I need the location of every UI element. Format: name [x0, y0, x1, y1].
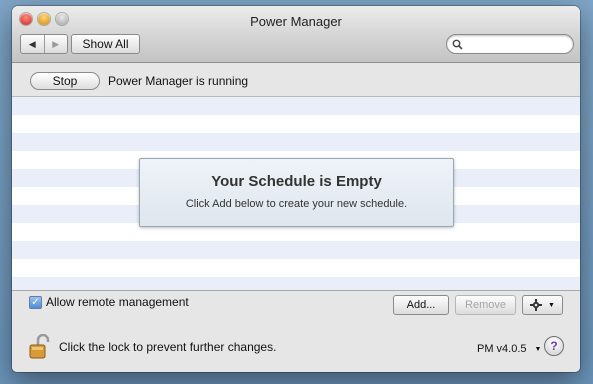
- lock-icon[interactable]: [29, 334, 51, 360]
- list-stripe: [12, 241, 580, 259]
- list-stripe: [12, 97, 580, 115]
- list-stripe: [12, 133, 580, 151]
- remote-management-label: Allow remote management: [46, 295, 189, 309]
- search-icon: [452, 39, 463, 50]
- lock-text: Click the lock to prevent further change…: [59, 340, 277, 354]
- help-button[interactable]: ?: [544, 336, 564, 356]
- search-input[interactable]: [466, 36, 570, 52]
- empty-schedule-panel: Your Schedule is Empty Click Add below t…: [139, 158, 454, 227]
- chevron-down-icon: ▼: [548, 301, 555, 309]
- schedule-list[interactable]: Your Schedule is Empty Click Add below t…: [12, 97, 580, 291]
- add-button[interactable]: Add...: [393, 295, 449, 315]
- lock-row: Click the lock to prevent further change…: [29, 334, 276, 360]
- stop-button[interactable]: Stop: [30, 72, 100, 90]
- remote-management-checkbox[interactable]: ✓: [29, 295, 42, 309]
- bottom-bar: ✓ Allow remote management Add... Remove …: [12, 291, 580, 372]
- nav-back-forward: ◀ ▶: [20, 34, 68, 54]
- window-title: Power Manager: [250, 14, 342, 29]
- forward-button[interactable]: ▶: [43, 35, 68, 53]
- gear-icon: [530, 299, 543, 311]
- chevron-down-icon: ▼: [534, 345, 542, 353]
- version-label: PM v4.0.5: [477, 343, 527, 355]
- back-button[interactable]: ◀: [21, 35, 44, 53]
- status-text: Power Manager is running: [108, 74, 249, 88]
- version-menu[interactable]: PM v4.0.5 ▼: [477, 343, 541, 355]
- title-bar: Power Manager ◀ ▶ Show All: [12, 6, 580, 63]
- action-menu-button[interactable]: ▼: [522, 295, 563, 315]
- remove-button[interactable]: Remove: [455, 295, 516, 315]
- list-stripe: [12, 277, 580, 290]
- show-all-button[interactable]: Show All: [71, 34, 140, 54]
- remote-management-option[interactable]: ✓ Allow remote management: [29, 295, 189, 309]
- empty-schedule-subtitle: Click Add below to create your new sched…: [185, 198, 408, 210]
- preferences-window: Power Manager ◀ ▶ Show All Stop Power Ma…: [12, 6, 580, 372]
- status-bar: Stop Power Manager is running: [12, 63, 580, 97]
- search-field[interactable]: [446, 34, 574, 54]
- empty-schedule-title: Your Schedule is Empty: [211, 173, 382, 190]
